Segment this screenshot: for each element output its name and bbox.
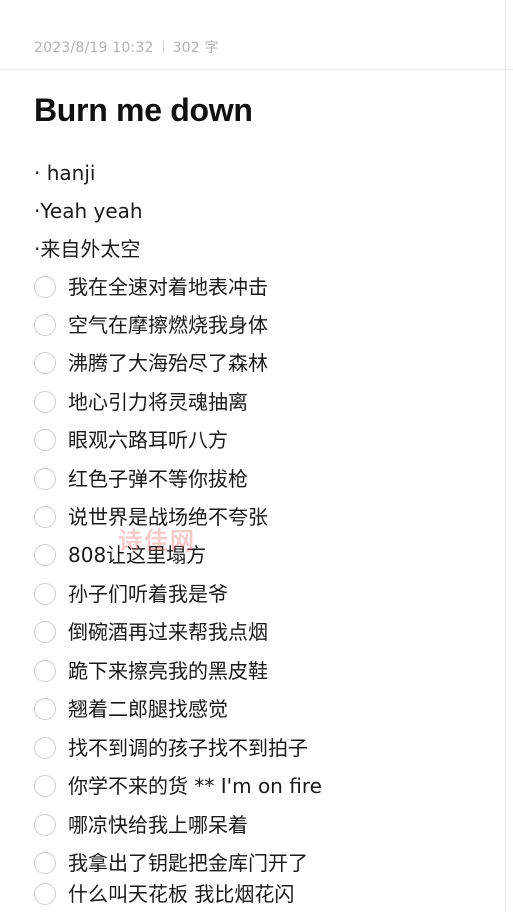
checklist-item-text[interactable]: 什么叫天花板 我比烟花闪	[68, 881, 294, 907]
checklist-item: 翘着二郎腿找感觉	[34, 695, 504, 727]
right-edge-divider	[505, 0, 506, 912]
checkbox-circle[interactable]	[34, 544, 56, 566]
checkbox-circle[interactable]	[34, 314, 56, 336]
note-datetime: 2023/8/19 10:32	[34, 40, 154, 56]
checklist-item: 眼观六路耳听八方	[34, 426, 504, 458]
checkbox-circle[interactable]	[34, 583, 56, 605]
checkbox-circle[interactable]	[34, 391, 56, 413]
checklist-item-text[interactable]: 我拿出了钥匙把金库门开了	[68, 850, 308, 876]
checklist-item-text[interactable]: 你学不来的货 ** I'm on fire	[68, 773, 322, 799]
checklist-item-text[interactable]: 孙子们听着我是爷	[68, 581, 228, 607]
checklist-item-text[interactable]: 找不到调的孩子找不到拍子	[68, 735, 308, 761]
checklist-item-text[interactable]: 沸腾了大海殆尽了森林	[68, 350, 268, 376]
checklist-item: 说世界是战场绝不夸张	[34, 503, 504, 535]
checklist-item-text[interactable]: 地心引力将灵魂抽离	[68, 389, 248, 415]
checkbox-circle[interactable]	[34, 468, 56, 490]
checkbox-circle[interactable]	[34, 775, 56, 797]
checklist-item: 倒碗酒再过来帮我点烟	[34, 618, 504, 650]
note-word-count: 302 字	[172, 40, 219, 56]
note-title[interactable]: Burn me down	[34, 92, 253, 129]
checklist-item: 空气在摩擦燃烧我身体	[34, 311, 504, 343]
checklist-item-text[interactable]: 我在全速对着地表冲击	[68, 274, 268, 300]
checkbox-circle[interactable]	[34, 737, 56, 759]
checklist-item: 什么叫天花板 我比烟花闪	[34, 880, 504, 912]
checkbox-circle[interactable]	[34, 814, 56, 836]
checklist-item: 孙子们听着我是爷	[34, 580, 504, 612]
checklist-item-text[interactable]: 空气在摩擦燃烧我身体	[68, 312, 268, 338]
checkbox-circle[interactable]	[34, 429, 56, 451]
checklist-item: 跪下来擦亮我的黑皮鞋	[34, 657, 504, 689]
checklist-item: 808让这里塌方	[34, 541, 504, 573]
checklist-item: 找不到调的孩子找不到拍子	[34, 734, 504, 766]
checklist-item-text[interactable]: 红色子弹不等你拔枪	[68, 466, 248, 492]
checklist-item: 哪凉快给我上哪呆着	[34, 811, 504, 843]
note-line[interactable]: · hanji	[34, 160, 95, 186]
checkbox-circle[interactable]	[34, 698, 56, 720]
checklist-item: 我在全速对着地表冲击	[34, 273, 504, 305]
checkbox-circle[interactable]	[34, 506, 56, 528]
checkbox-circle[interactable]	[34, 883, 56, 905]
checkbox-circle[interactable]	[34, 352, 56, 374]
checkbox-circle[interactable]	[34, 852, 56, 874]
checkbox-circle[interactable]	[34, 621, 56, 643]
note-line[interactable]: ·来自外太空	[34, 236, 140, 262]
checklist-item-text[interactable]: 倒碗酒再过来帮我点烟	[68, 619, 268, 645]
checklist-item-text[interactable]: 眼观六路耳听八方	[68, 427, 228, 453]
note-meta: 2023/8/19 10:32 302 字	[34, 37, 219, 57]
site-watermark: 诗佳网	[118, 527, 196, 555]
note-meta-bar: 2023/8/19 10:32 302 字	[0, 0, 513, 70]
checklist-item: 地心引力将灵魂抽离	[34, 388, 504, 420]
checklist-item: 红色子弹不等你拔枪	[34, 465, 504, 497]
checkbox-circle[interactable]	[34, 660, 56, 682]
meta-divider	[162, 40, 164, 53]
checklist-item-text[interactable]: 跪下来擦亮我的黑皮鞋	[68, 658, 268, 684]
checklist-item-text[interactable]: 哪凉快给我上哪呆着	[68, 812, 248, 838]
checklist-item: 我拿出了钥匙把金库门开了	[34, 849, 504, 881]
checklist-item: 你学不来的货 ** I'm on fire	[34, 772, 504, 804]
checkbox-circle[interactable]	[34, 276, 56, 298]
checklist-item: 沸腾了大海殆尽了森林	[34, 349, 504, 381]
checklist-item-text[interactable]: 翘着二郎腿找感觉	[68, 696, 228, 722]
note-line[interactable]: ·Yeah yeah	[34, 198, 143, 224]
